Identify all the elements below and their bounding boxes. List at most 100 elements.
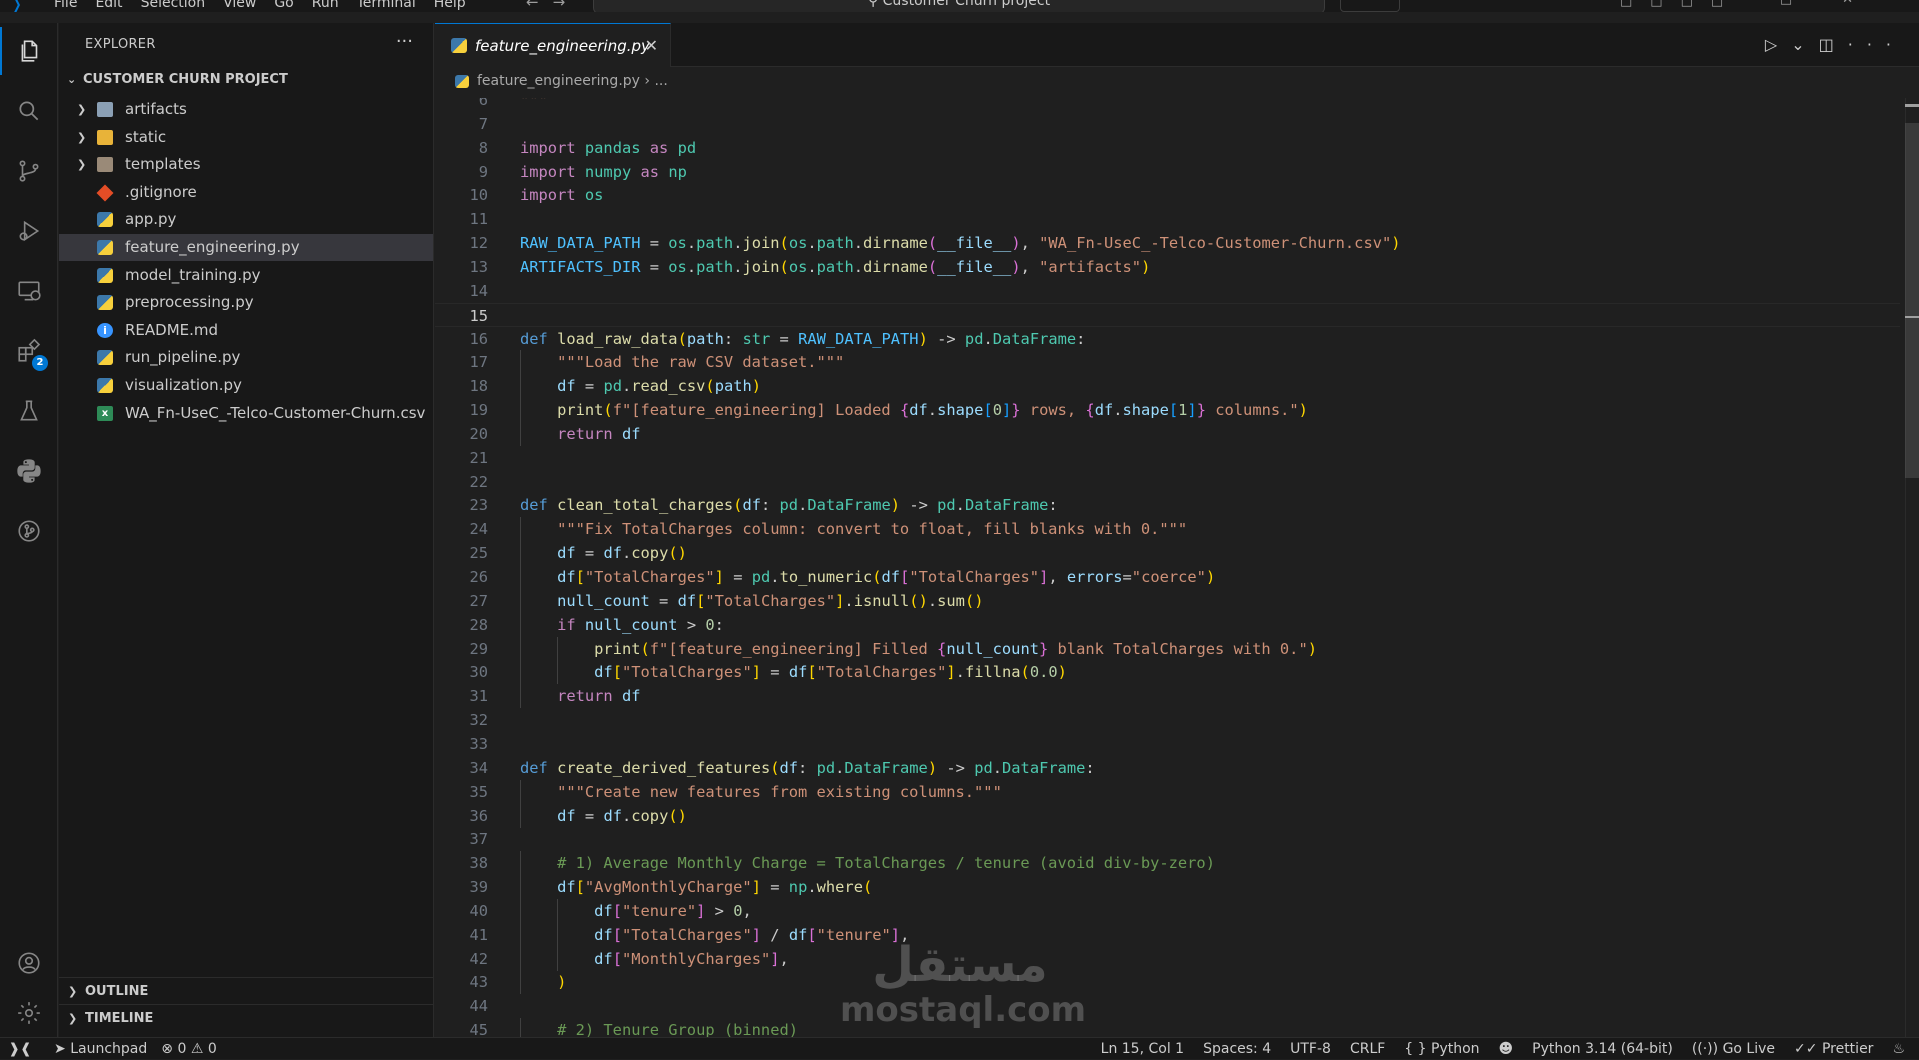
code-editor[interactable]: 6 """ 7 8 import pandas as pd 9 import numpy a… xyxy=(435,98,1919,1037)
code-line[interactable]: 38 # 1) Average Monthly Charge = TotalCha… xyxy=(435,851,1900,876)
tree-item[interactable]: ❯ artifacts xyxy=(59,96,433,123)
tree-item[interactable]: preprocessing.py xyxy=(59,289,433,316)
code-line[interactable]: 9 import numpy as np xyxy=(435,160,1900,184)
code-line[interactable]: 40 df["tenure"] > 0, xyxy=(435,898,1900,923)
outline-section[interactable]: ❯ OUTLINE xyxy=(59,977,433,1004)
timeline-section[interactable]: ❯ TIMELINE xyxy=(59,1004,433,1031)
scrollbar-thumb[interactable] xyxy=(1905,123,1919,478)
language-mode[interactable]: { } Python xyxy=(1404,1038,1479,1060)
explorer-icon[interactable] xyxy=(0,27,58,75)
close-icon[interactable]: ✕ xyxy=(645,24,658,68)
menu-go[interactable]: Go xyxy=(274,0,293,11)
indentation[interactable]: Spaces: 4 xyxy=(1203,1038,1271,1060)
code-line[interactable]: 12 RAW_DATA_PATH = os.path.join(os.path.d… xyxy=(435,231,1900,255)
settings-gear-icon[interactable] xyxy=(0,989,58,1037)
code-line[interactable]: 30 df["TotalCharges"] = df["TotalCharges"… xyxy=(435,660,1900,685)
code-line[interactable]: 23 def clean_total_charges(df: pd.DataFra… xyxy=(435,493,1900,517)
tree-item[interactable]: visualization.py xyxy=(59,372,433,399)
run-file-icon[interactable]: ▷⌄ xyxy=(1765,35,1819,54)
menu-help[interactable]: Help xyxy=(434,0,466,11)
code-line[interactable]: 6 """ xyxy=(435,98,1900,112)
code-line[interactable]: 44 xyxy=(435,994,1900,1018)
go-live-item[interactable]: ((·)) Go Live xyxy=(1692,1038,1775,1060)
code-line[interactable]: 42 df["MonthlyCharges"], xyxy=(435,946,1900,971)
more-actions-icon[interactable]: ··· xyxy=(1848,35,1905,54)
vertical-scrollbar[interactable] xyxy=(1905,98,1919,1037)
code-line[interactable]: 43) xyxy=(435,970,1900,995)
more-actions-icon[interactable]: ··· xyxy=(396,31,413,52)
code-line[interactable]: 15 xyxy=(435,302,1900,327)
python-icon[interactable] xyxy=(0,447,58,495)
code-line[interactable]: 26 df["TotalCharges"] = pd.to_numeric(df[… xyxy=(435,565,1900,589)
notifications-bell-icon[interactable]: ♨ xyxy=(1892,1038,1905,1060)
code-line[interactable]: 11 xyxy=(435,207,1900,231)
menu-terminal[interactable]: Terminal xyxy=(357,0,416,11)
menu-run[interactable]: Run xyxy=(312,0,339,11)
code-line[interactable]: 36 df = df.copy() xyxy=(435,803,1900,828)
code-line[interactable]: 22 xyxy=(435,470,1900,494)
tree-item[interactable]: x WA_Fn-UseC_-Telco-Customer-Churn.csv xyxy=(59,400,433,427)
code-line[interactable]: 31 return df xyxy=(435,684,1900,709)
source-control-icon[interactable] xyxy=(0,147,58,195)
code-line[interactable]: 35 """Create new features from existing c… xyxy=(435,779,1900,804)
breadcrumb-file[interactable]: feature_engineering.py xyxy=(477,73,640,89)
code-line[interactable]: 10 import os xyxy=(435,183,1900,207)
code-line[interactable]: 19 print(f"[feature_engineering] Loaded {… xyxy=(435,398,1900,423)
code-line[interactable]: 33 xyxy=(435,732,1900,756)
menu-view[interactable]: View xyxy=(223,0,256,11)
tree-item[interactable]: ❯ static xyxy=(59,124,433,151)
menu-selection[interactable]: Selection xyxy=(141,0,206,11)
tree-item[interactable]: i README.md xyxy=(59,317,433,344)
git-graph-icon[interactable] xyxy=(0,507,58,555)
code-line[interactable]: 28 if null_count > 0: xyxy=(435,612,1900,637)
code-line[interactable]: 45 # 2) Tenure Group (binned) xyxy=(435,1018,1900,1037)
remote-explorer-icon[interactable] xyxy=(0,267,58,315)
tree-item[interactable]: model_training.py xyxy=(59,262,433,289)
encoding[interactable]: UTF-8 xyxy=(1290,1038,1331,1060)
code-line[interactable]: 34 def create_derived_features(df: pd.Dat… xyxy=(435,756,1900,780)
code-line[interactable]: 20 return df xyxy=(435,421,1900,446)
code-line[interactable]: 29 print(f"[feature_engineering] Filled {… xyxy=(435,636,1900,661)
code-line[interactable]: 7 xyxy=(435,112,1900,136)
code-line[interactable]: 41 df["TotalCharges"] / df["tenure"], xyxy=(435,922,1900,947)
tree-item[interactable]: .gitignore xyxy=(59,179,433,206)
code-line[interactable]: 32 xyxy=(435,708,1900,732)
code-line[interactable]: 21 xyxy=(435,446,1900,470)
project-root[interactable]: ⌄ CUSTOMER CHURN PROJECT xyxy=(59,69,433,91)
testing-icon[interactable] xyxy=(0,387,58,435)
code-line[interactable]: 16 def load_raw_data(path: str = RAW_DATA… xyxy=(435,327,1900,351)
code-line[interactable]: 27 null_count = df["TotalCharges"].isnull… xyxy=(435,588,1900,613)
breadcrumb-more[interactable]: ... xyxy=(654,73,667,89)
line-endings[interactable]: CRLF xyxy=(1350,1038,1385,1060)
code-line[interactable]: 25 df = df.copy() xyxy=(435,541,1900,566)
code-line[interactable]: 24 """Fix TotalCharges column: convert to… xyxy=(435,517,1900,542)
split-editor-icon[interactable]: ◫ xyxy=(1819,35,1848,54)
menu-edit[interactable]: Edit xyxy=(95,0,122,11)
command-center-search[interactable]: ⚲ Customer Churn project xyxy=(593,0,1325,12)
tree-item[interactable]: ❯ templates xyxy=(59,151,433,178)
python-interpreter[interactable]: Python 3.14 (64-bit) xyxy=(1532,1038,1673,1060)
search-icon[interactable] xyxy=(0,87,58,135)
problems-item[interactable]: ⊗ 0 ⚠ 0 xyxy=(161,1038,217,1060)
code-line[interactable]: 37 xyxy=(435,827,1900,851)
remote-indicator-icon[interactable]: ❱❰ xyxy=(0,1038,40,1060)
nav-back-forward-icons[interactable]: ←→ xyxy=(526,0,579,11)
prettier-item[interactable]: ✓✓ Prettier xyxy=(1794,1038,1873,1060)
copilot-icon[interactable]: ☻ xyxy=(1499,1038,1514,1060)
code-line[interactable]: 13 ARTIFACTS_DIR = os.path.join(os.path.d… xyxy=(435,255,1900,279)
account-icon[interactable] xyxy=(0,939,58,987)
tree-item[interactable]: app.py xyxy=(59,206,433,233)
cursor-position[interactable]: Ln 15, Col 1 xyxy=(1101,1038,1184,1060)
tab-feature-engineering[interactable]: feature_engineering.py ✕ xyxy=(435,23,671,67)
code-line[interactable]: 8 import pandas as pd xyxy=(435,136,1900,160)
launchpad-item[interactable]: ➤ Launchpad xyxy=(54,1038,147,1060)
tree-item[interactable]: feature_engineering.py xyxy=(59,234,433,261)
code-line[interactable]: 14 xyxy=(435,279,1900,303)
chat-button[interactable] xyxy=(1340,0,1400,12)
run-debug-icon[interactable] xyxy=(0,207,58,255)
menu-file[interactable]: File xyxy=(54,0,77,11)
code-line[interactable]: 18 df = pd.read_csv(path) xyxy=(435,374,1900,399)
tree-item[interactable]: run_pipeline.py xyxy=(59,344,433,371)
code-line[interactable]: 39 df["AvgMonthlyCharge"] = np.where( xyxy=(435,875,1900,900)
extensions-icon[interactable]: 2 xyxy=(0,327,58,375)
